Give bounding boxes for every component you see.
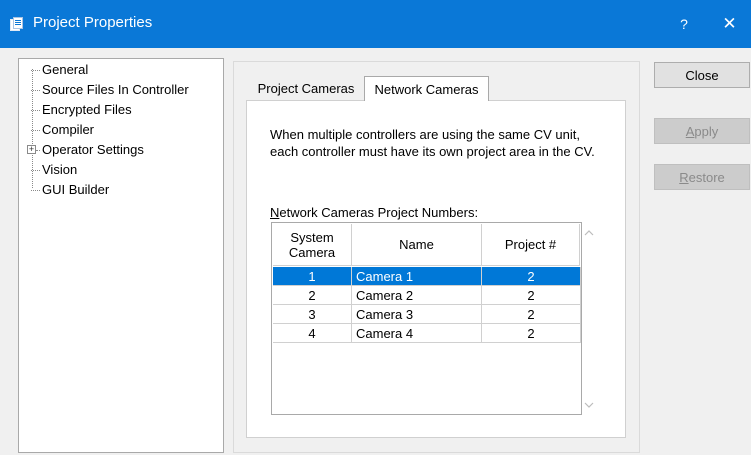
tab-network-cameras[interactable]: Network Cameras <box>364 76 489 101</box>
tree-item-label: Source Files In Controller <box>42 82 189 97</box>
cell-name[interactable]: Camera 1 <box>352 267 482 286</box>
scroll-down-icon[interactable] <box>584 401 594 411</box>
tree-item-label: Vision <box>42 162 78 177</box>
window-title: Project Properties <box>33 14 153 31</box>
table-row[interactable]: 1 Camera 1 2 <box>273 267 581 286</box>
cell-camera[interactable]: 4 <box>273 324 352 343</box>
table-row[interactable]: 2 Camera 2 2 <box>273 286 581 305</box>
description-text: When multiple controllers are using the … <box>270 127 595 159</box>
apply-button[interactable]: Apply <box>654 118 750 144</box>
cell-name[interactable]: Camera 2 <box>352 286 482 305</box>
grid-label: Network Cameras Project Numbers: <box>270 205 478 220</box>
tree-item-label: Operator Settings <box>42 142 144 157</box>
restore-button[interactable]: Restore <box>654 164 750 190</box>
column-header-label: System Camera <box>288 229 336 260</box>
column-header-system-camera[interactable]: System Camera <box>273 224 352 266</box>
cell-camera[interactable]: 1 <box>273 267 352 286</box>
tree-item-label: GUI Builder <box>42 182 110 197</box>
tree-item-label: Encrypted Files <box>42 102 132 117</box>
close-button[interactable]: Close <box>654 62 750 88</box>
cell-camera[interactable]: 3 <box>273 305 352 324</box>
help-button[interactable]: ? <box>664 0 704 48</box>
scroll-up-icon[interactable] <box>584 229 594 239</box>
tab-project-cameras[interactable]: Project Cameras <box>249 77 363 100</box>
tree-item-label: General <box>42 62 89 77</box>
restore-label: estore <box>688 169 725 185</box>
tree-item-label: Compiler <box>42 122 95 137</box>
access-key: N <box>270 205 280 220</box>
cell-name[interactable]: Camera 3 <box>352 305 482 324</box>
camera-grid[interactable]: System Camera Name Project # 1 Camera 1 … <box>271 222 594 415</box>
table-row[interactable]: 4 Camera 4 2 <box>273 324 581 343</box>
expand-icon[interactable]: + <box>27 145 36 154</box>
cell-project[interactable]: 2 <box>482 305 581 324</box>
column-header-name[interactable]: Name <box>352 224 482 266</box>
access-key: A <box>685 123 695 139</box>
grid-label-text: etwork Cameras Project Numbers: <box>279 205 479 220</box>
cell-project[interactable]: 2 <box>482 286 581 305</box>
title-bar[interactable]: Project Properties ? ✕ <box>0 0 751 48</box>
table-row[interactable]: 3 Camera 3 2 <box>273 305 581 324</box>
cell-project[interactable]: 2 <box>482 267 581 286</box>
cell-camera[interactable]: 2 <box>273 286 352 305</box>
column-header-project[interactable]: Project # <box>482 224 580 266</box>
properties-tree[interactable]: General Source Files In Controller Encry… <box>18 58 224 453</box>
cell-project[interactable]: 2 <box>482 324 581 343</box>
access-key: R <box>679 169 689 185</box>
app-icon <box>10 17 24 31</box>
cell-name[interactable]: Camera 4 <box>352 324 482 343</box>
close-window-button[interactable]: ✕ <box>708 0 751 48</box>
apply-label: pply <box>694 123 719 139</box>
